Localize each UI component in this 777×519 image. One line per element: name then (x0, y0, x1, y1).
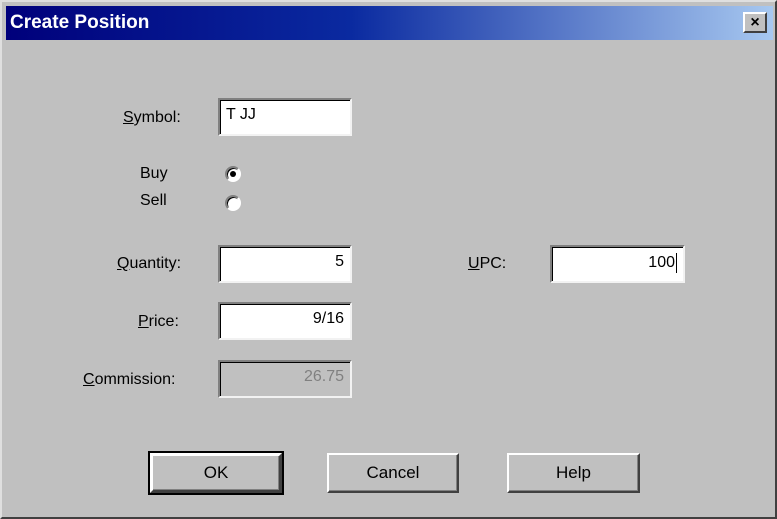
quantity-label: Quantity: (117, 255, 182, 272)
radio-selected-dot (230, 171, 236, 177)
price-label: Price: (138, 313, 179, 330)
create-position-dialog: Create Position × Symbol: T JJ Buy Sell … (0, 0, 777, 519)
dialog-title: Create Position (10, 12, 150, 33)
commission-field: 26.75 (218, 360, 352, 398)
sell-label: Sell (140, 192, 167, 209)
ok-button[interactable]: OK (148, 451, 284, 495)
cancel-button[interactable]: Cancel (327, 453, 459, 493)
text-caret (676, 253, 677, 273)
commission-label: Commission: (83, 371, 176, 388)
symbol-field[interactable]: T JJ (218, 98, 352, 136)
buy-radio[interactable] (225, 166, 241, 182)
price-field[interactable]: 9/16 (218, 302, 352, 340)
buy-label: Buy (140, 165, 168, 182)
upc-field[interactable]: 100 (550, 245, 685, 283)
symbol-label: Symbol: (123, 109, 181, 126)
sell-radio[interactable] (225, 195, 241, 211)
title-bar[interactable]: Create Position × (6, 6, 773, 40)
help-button[interactable]: Help (507, 453, 640, 493)
upc-label: UPC: (468, 255, 507, 272)
upc-value: 100 (648, 254, 675, 272)
close-button[interactable]: × (743, 12, 767, 33)
close-icon: × (750, 13, 760, 31)
quantity-field[interactable]: 5 (218, 245, 352, 283)
